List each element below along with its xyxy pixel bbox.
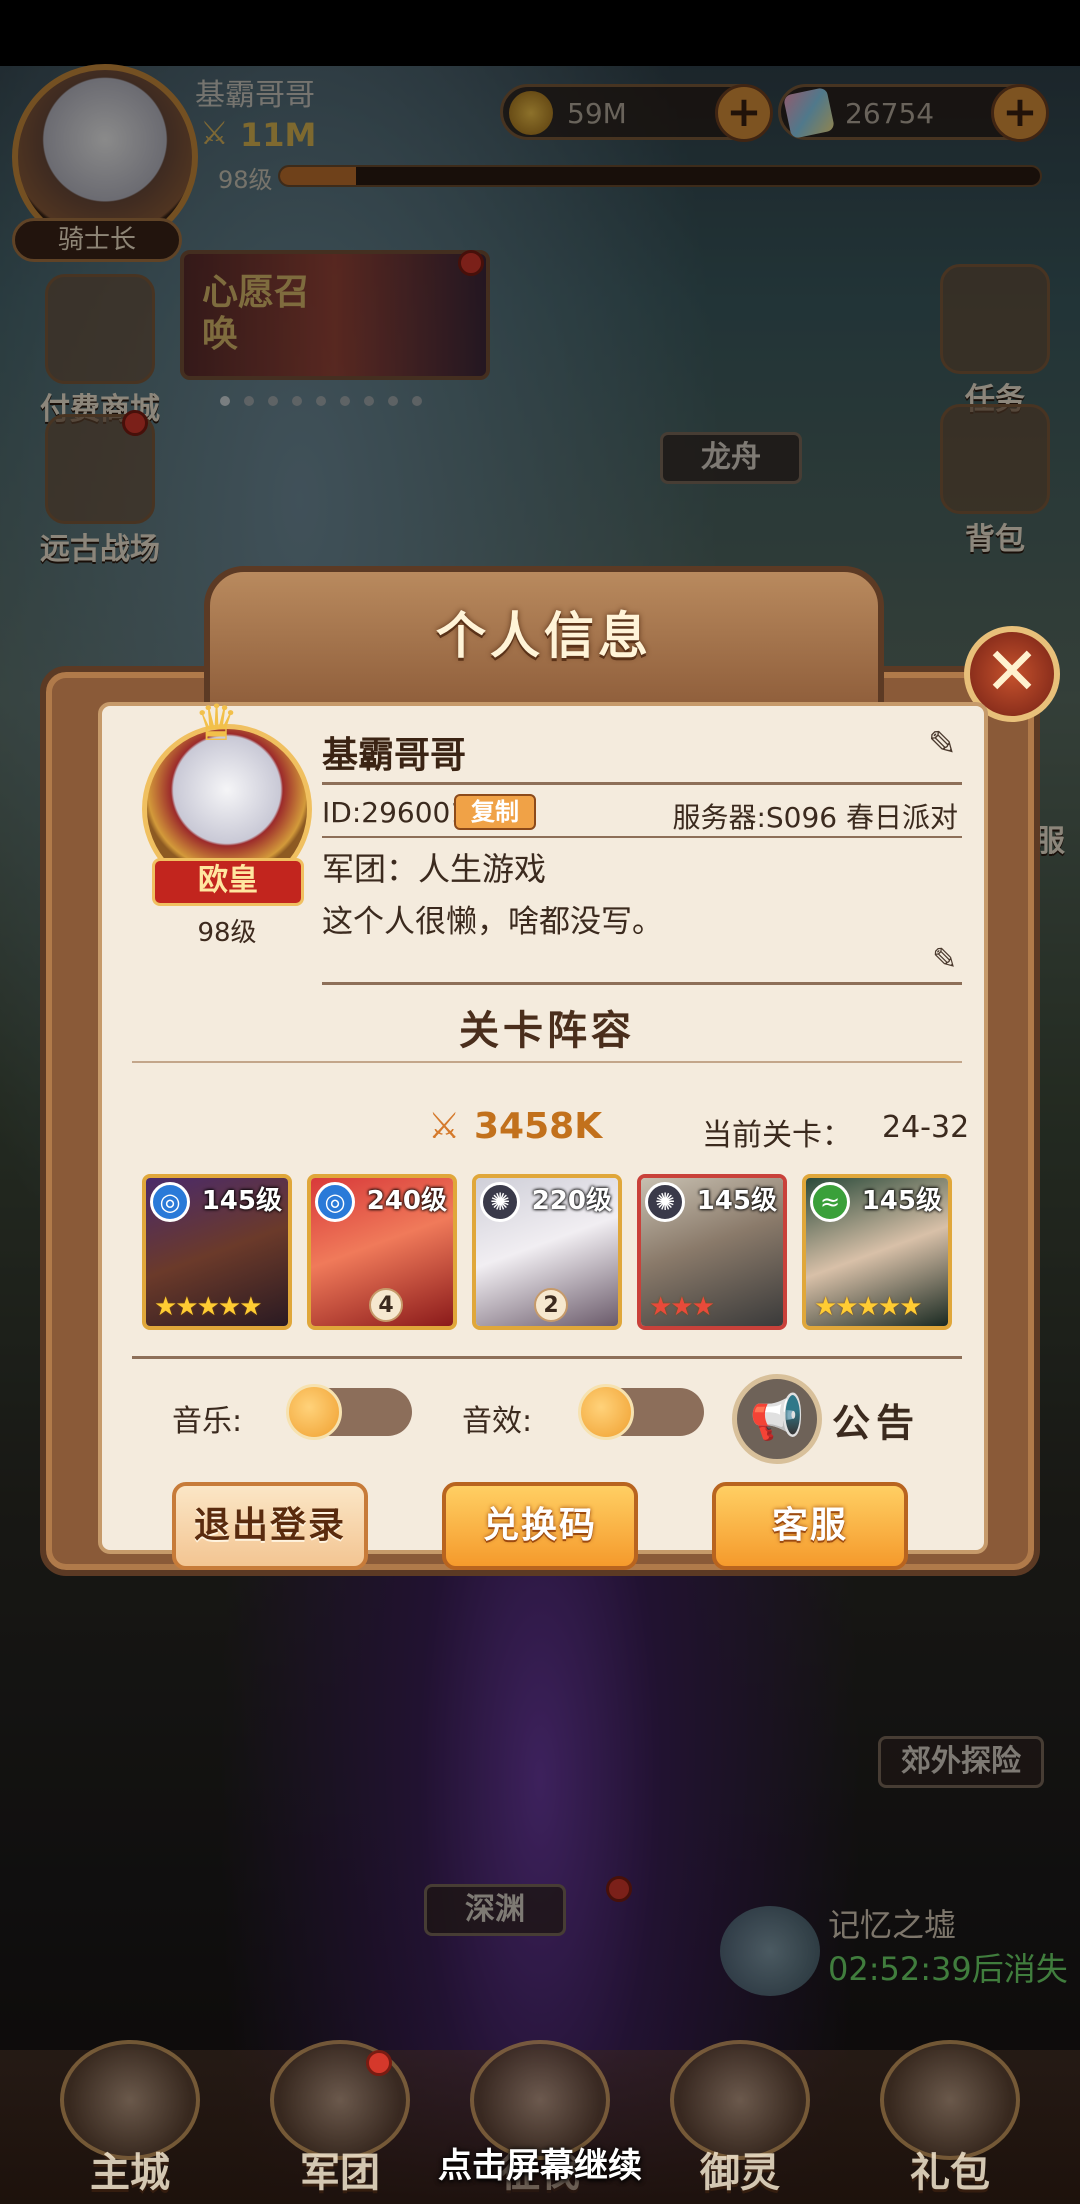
music-toggle[interactable] xyxy=(286,1384,412,1440)
profile-name: 基霸哥哥 xyxy=(322,735,467,776)
dark-element-icon: ✺ xyxy=(480,1182,520,1222)
edit-name-icon[interactable]: ✎ xyxy=(928,724,957,764)
current-stage-label: 当前关卡： xyxy=(702,1118,852,1153)
current-stage-value: 24-32 xyxy=(882,1110,970,1145)
divider xyxy=(132,1356,962,1359)
hero-card[interactable]: ◎ 240级 4 xyxy=(307,1174,457,1330)
server-name: 服务器:S096 春日派对 xyxy=(672,801,958,834)
hero-card[interactable]: ◎ 145级 ★★★★★ xyxy=(142,1174,292,1330)
notification-dot xyxy=(366,2050,392,2076)
redeem-code-button[interactable]: 兑换码 xyxy=(442,1482,638,1570)
dark-element-icon: ✺ xyxy=(645,1182,685,1222)
tap-to-continue-hint[interactable]: 点击屏幕继续 xyxy=(0,2138,1080,2187)
hero-level: 145级 xyxy=(696,1186,777,1216)
hero-stars: ★★★★★ xyxy=(154,1292,263,1322)
sfx-label: 音效: xyxy=(462,1404,533,1439)
hero-stars: ★★★ xyxy=(649,1292,715,1322)
hero-stars: ★★★★★ xyxy=(814,1292,923,1322)
divider xyxy=(322,836,962,838)
music-label: 音乐: xyxy=(172,1404,243,1439)
hero-level: 220级 xyxy=(531,1186,612,1216)
signature-text: 这个人很懒，啥都没写。 xyxy=(322,904,663,940)
dialog-title: 个人信息 xyxy=(436,607,652,665)
profile-level: 98级 xyxy=(197,918,257,948)
ornament-divider xyxy=(132,1061,962,1063)
guild-name: 军团：人生游戏 xyxy=(322,850,547,888)
close-icon: ✕ xyxy=(984,633,1040,710)
hero-level: 240级 xyxy=(366,1186,447,1216)
megaphone-icon[interactable]: 📢 xyxy=(732,1374,822,1464)
customer-service-button[interactable]: 客服 xyxy=(712,1482,908,1570)
rank-title: 欧皇 xyxy=(152,858,304,906)
notice-label[interactable]: 公告 xyxy=(832,1392,920,1447)
divider xyxy=(322,982,962,985)
wind-element-icon: ≈ xyxy=(810,1182,850,1222)
logout-button[interactable]: 退出登录 xyxy=(172,1482,368,1570)
copy-id-button[interactable]: 复制 xyxy=(454,794,536,830)
toggle-knob xyxy=(578,1384,634,1440)
profile-dialog: 个人信息 ✕ ♛ 欧皇 98级 基霸哥哥 ✎ ID:29600100 复制 服务… xyxy=(12,566,1070,1606)
hero-awaken-badge: 2 xyxy=(534,1288,568,1322)
crossed-swords-icon: ⚔ xyxy=(428,1106,461,1147)
toggle-knob xyxy=(286,1384,342,1440)
water-element-icon: ◎ xyxy=(150,1182,190,1222)
hero-level: 145级 xyxy=(201,1186,282,1216)
hero-card[interactable]: ✺ 220级 2 xyxy=(472,1174,622,1330)
hero-awaken-badge: 4 xyxy=(369,1288,403,1322)
hero-card[interactable]: ✺ 145级 ★★★ xyxy=(637,1174,787,1330)
edit-signature-icon[interactable]: ✎ xyxy=(932,942,957,977)
divider xyxy=(322,782,962,785)
crown-icon: ♛ xyxy=(194,694,239,752)
dialog-body: ♛ 欧皇 98级 基霸哥哥 ✎ ID:29600100 复制 服务器:S096 … xyxy=(98,694,988,1570)
game-scene[interactable]: 骑士长 基霸哥哥 ⚔ 11M 98级 59M + 26754 + 心愿召唤 付费… xyxy=(0,0,1080,2204)
lineup-title: 关卡阵容 xyxy=(459,1008,635,1054)
hero-level: 145级 xyxy=(861,1186,942,1216)
sfx-toggle[interactable] xyxy=(578,1384,704,1440)
water-element-icon: ◎ xyxy=(315,1182,355,1222)
hero-card[interactable]: ≈ 145级 ★★★★★ xyxy=(802,1174,952,1330)
hero-lineup: ◎ 145级 ★★★★★ ◎ 240级 4 ✺ 220级 2 ✺ 145级 ★★… xyxy=(142,1174,952,1330)
lineup-power: 3458K xyxy=(474,1106,603,1147)
